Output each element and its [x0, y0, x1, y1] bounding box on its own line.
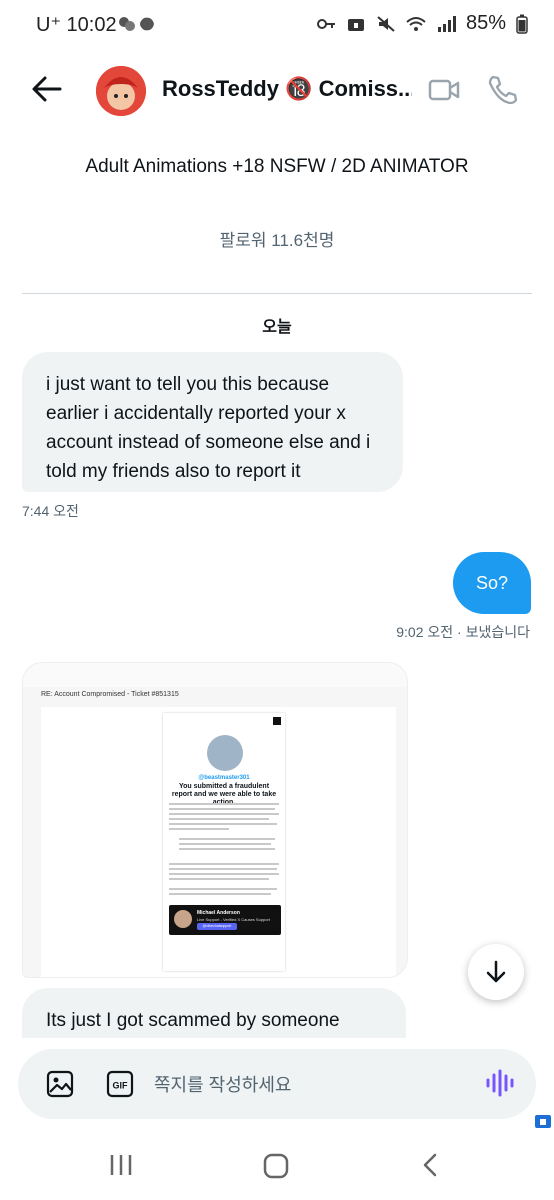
- message-image-attachment[interactable]: RE: Account Compromised - Ticket #851315…: [22, 662, 408, 978]
- agent-avatar: [174, 910, 192, 928]
- agent-name: Michael Anderson: [197, 910, 240, 916]
- nav-back-button[interactable]: [420, 1152, 442, 1178]
- email-text-line: [179, 848, 275, 850]
- mute-icon: [377, 15, 395, 32]
- divider: [22, 293, 532, 294]
- message-input[interactable]: 쪽지를 작성하세요: [154, 1071, 291, 1097]
- voice-message-button[interactable]: [484, 1068, 514, 1098]
- carrier-time: U⁺ 10:02: [36, 14, 117, 36]
- home-icon: [263, 1153, 289, 1179]
- key-icon: [316, 18, 335, 29]
- message-bubble-incoming[interactable]: i just want to tell you this because ear…: [22, 352, 403, 492]
- email-avatar: [207, 735, 243, 771]
- email-subject: RE: Account Compromised - Ticket #851315: [41, 691, 179, 698]
- recents-button[interactable]: [108, 1152, 134, 1178]
- recents-icon: [110, 1155, 132, 1175]
- email-agent-card: Michael Anderson Live Support - Verified…: [169, 905, 281, 935]
- email-text-line: [179, 838, 275, 840]
- status-bar: U⁺ 10:02 85%: [0, 0, 554, 50]
- battery-percent: 85%: [465, 12, 506, 34]
- profile-bio: Adult Animations +18 NSFW / 2D ANIMATOR: [85, 156, 469, 177]
- email-text-line: [169, 863, 279, 865]
- day-separator: 오늘: [262, 319, 292, 336]
- image-icon: [46, 1070, 74, 1098]
- agent-role: Live Support - Verified X Causes Support: [197, 917, 270, 922]
- lock-folder-icon: [347, 18, 364, 31]
- back-arrow-icon: [32, 76, 62, 102]
- x-logo-icon: [273, 717, 281, 725]
- email-text-line: [169, 803, 279, 805]
- battery-icon: [516, 14, 528, 34]
- scroll-down-icon: [486, 960, 506, 983]
- follower-count[interactable]: 팔로워 11.6천명: [0, 226, 554, 251]
- agent-button: @xlivechatsupport: [197, 923, 237, 930]
- email-text-line: [169, 893, 271, 895]
- avatar[interactable]: [96, 66, 146, 116]
- message-timestamp: 9:02 오전 · 보냈습니다: [396, 624, 530, 640]
- email-text-line: [169, 813, 279, 815]
- notification-icons: [118, 14, 162, 39]
- email-handle: @beastmaster301: [198, 775, 250, 781]
- floating-shortcut-icon[interactable]: [534, 1112, 552, 1130]
- email-text-line: [169, 888, 277, 890]
- signal-icon: [437, 15, 456, 32]
- add-gif-button[interactable]: GIF: [106, 1070, 134, 1098]
- wifi-icon: [406, 16, 426, 31]
- email-text-line: [169, 808, 275, 810]
- back-button[interactable]: [30, 72, 64, 106]
- video-call-button[interactable]: [428, 76, 460, 104]
- email-text-line: [169, 828, 229, 830]
- nav-back-icon: [423, 1153, 437, 1177]
- video-call-icon: [428, 79, 460, 101]
- message-timestamp: 7:44 오전: [22, 503, 79, 519]
- phone-icon: [488, 75, 518, 105]
- svg-text:GIF: GIF: [113, 1081, 129, 1091]
- message-bubble-outgoing[interactable]: So?: [453, 552, 531, 614]
- conversation-title[interactable]: RossTeddy 🔞 Comiss...: [162, 76, 412, 102]
- phone-call-button[interactable]: [486, 74, 518, 106]
- scroll-to-bottom-button[interactable]: [468, 944, 524, 1000]
- email-text-line: [169, 823, 277, 825]
- image-toolbar: [23, 663, 407, 687]
- add-image-button[interactable]: [46, 1070, 74, 1098]
- email-text-line: [169, 873, 279, 875]
- home-button[interactable]: [262, 1152, 290, 1180]
- email-text-line: [169, 868, 277, 870]
- system-icons: 85%: [316, 12, 528, 35]
- email-text-line: [169, 818, 269, 820]
- email-text-line: [179, 843, 271, 845]
- gif-icon: GIF: [106, 1070, 134, 1098]
- voice-icon: [486, 1069, 514, 1097]
- email-text-line: [169, 878, 269, 880]
